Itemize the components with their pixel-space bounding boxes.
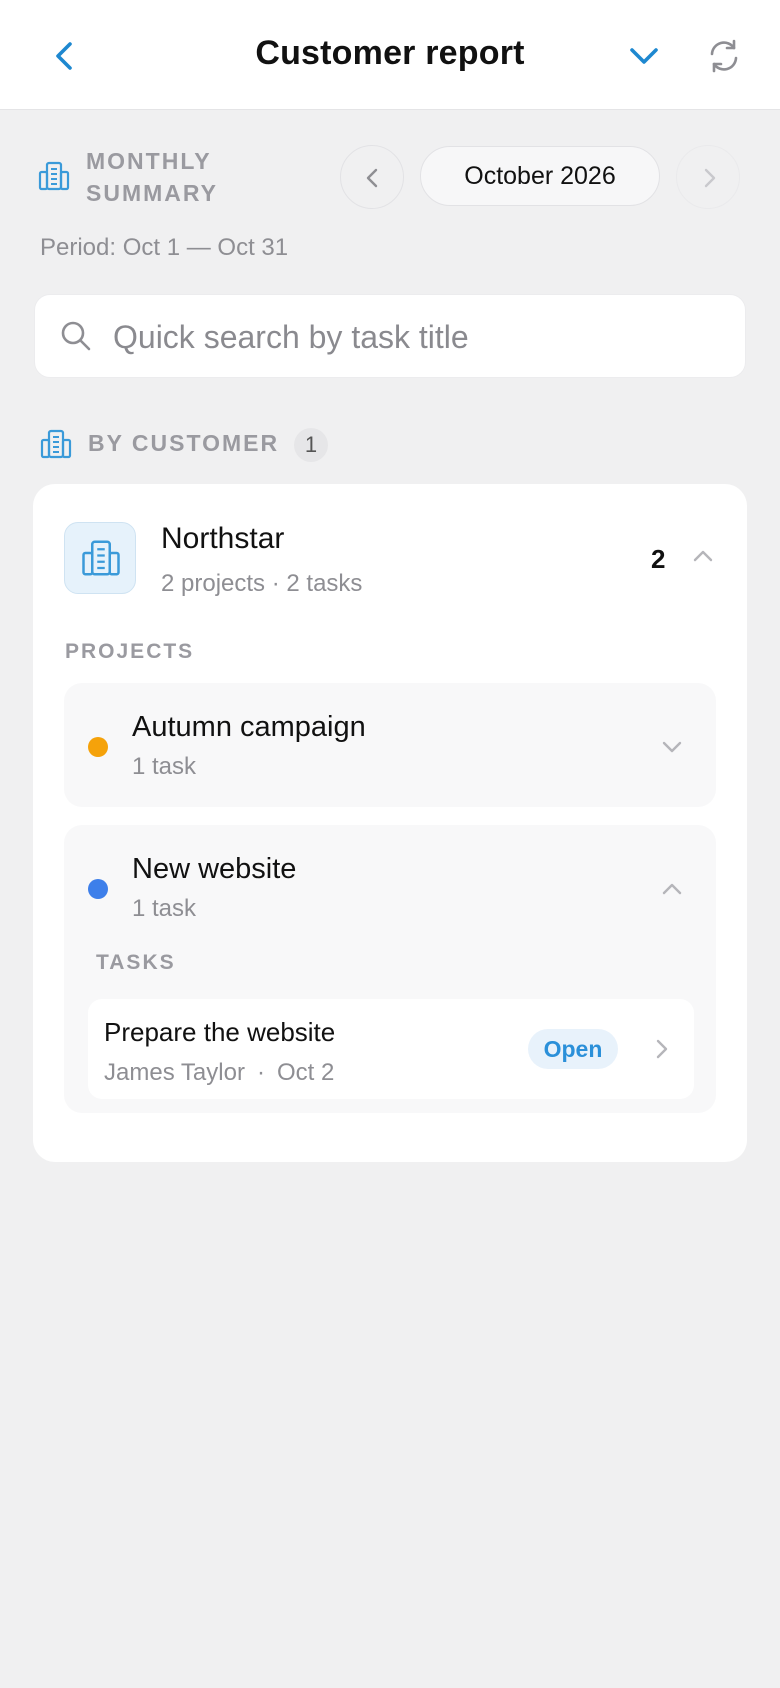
project-expand-button[interactable] <box>656 731 688 763</box>
customer-card: Northstar 2 projects · 2 tasks 2 PROJECT… <box>33 484 747 1162</box>
search-bar <box>34 294 746 378</box>
month-selector[interactable]: October 2026 <box>420 146 660 206</box>
customer-collapse-button[interactable] <box>685 538 721 574</box>
customer-avatar <box>64 522 136 594</box>
app-header: Customer report <box>0 0 780 110</box>
project-color-dot <box>88 879 108 899</box>
customer-meta: 2 projects · 2 tasks <box>161 570 363 597</box>
status-badge: Open <box>528 1029 618 1069</box>
projects-label: PROJECTS <box>65 640 195 663</box>
project-collapse-button[interactable] <box>656 873 688 905</box>
monthly-summary-label: MONTHLY SUMMARY <box>86 148 218 206</box>
project-task-count: 1 task <box>132 753 197 780</box>
refresh-button[interactable] <box>704 36 744 76</box>
chevron-left-icon <box>366 168 378 188</box>
task-meta: James Taylor · Oct 2 <box>104 1059 334 1087</box>
building-icon <box>40 429 72 459</box>
project-color-dot <box>88 737 108 757</box>
project-new-website[interactable]: New website 1 task TASKS Prepare the web… <box>64 825 716 1113</box>
period-range: Period: Oct 1 — Oct 31 <box>40 234 289 261</box>
search-input[interactable] <box>113 309 713 365</box>
chevron-right-icon <box>656 1039 668 1059</box>
chevron-down-icon <box>630 48 658 64</box>
chevron-up-icon <box>693 550 713 562</box>
by-customer-label: BY CUSTOMER <box>88 430 280 456</box>
task-assignee: James Taylor <box>104 1059 245 1086</box>
next-month-button[interactable] <box>676 145 740 209</box>
customer-count-badge: 1 <box>294 428 328 462</box>
customer-task-count: 2 <box>651 544 666 574</box>
project-name: Autumn campaign <box>132 711 366 743</box>
search-icon <box>61 321 91 351</box>
building-icon <box>38 161 70 191</box>
refresh-icon <box>710 39 738 73</box>
task-title: Prepare the website <box>104 1017 336 1047</box>
chevron-up-icon <box>662 883 682 895</box>
project-name: New website <box>132 853 297 885</box>
project-autumn-campaign[interactable]: Autumn campaign 1 task <box>64 683 716 807</box>
task-meta-separator: · <box>256 1059 265 1086</box>
task-row[interactable]: Prepare the website James Taylor · Oct 2 O… <box>88 999 694 1099</box>
building-icon <box>82 540 120 576</box>
chevron-right-icon <box>704 168 716 188</box>
project-task-count: 1 task <box>132 895 197 922</box>
tasks-label: TASKS <box>96 951 176 974</box>
chevron-down-icon <box>662 741 682 753</box>
customer-dropdown-button[interactable] <box>624 38 664 74</box>
task-date: Oct 2 <box>276 1059 335 1086</box>
previous-month-button[interactable] <box>340 145 404 209</box>
customer-name[interactable]: Northstar <box>161 522 284 556</box>
